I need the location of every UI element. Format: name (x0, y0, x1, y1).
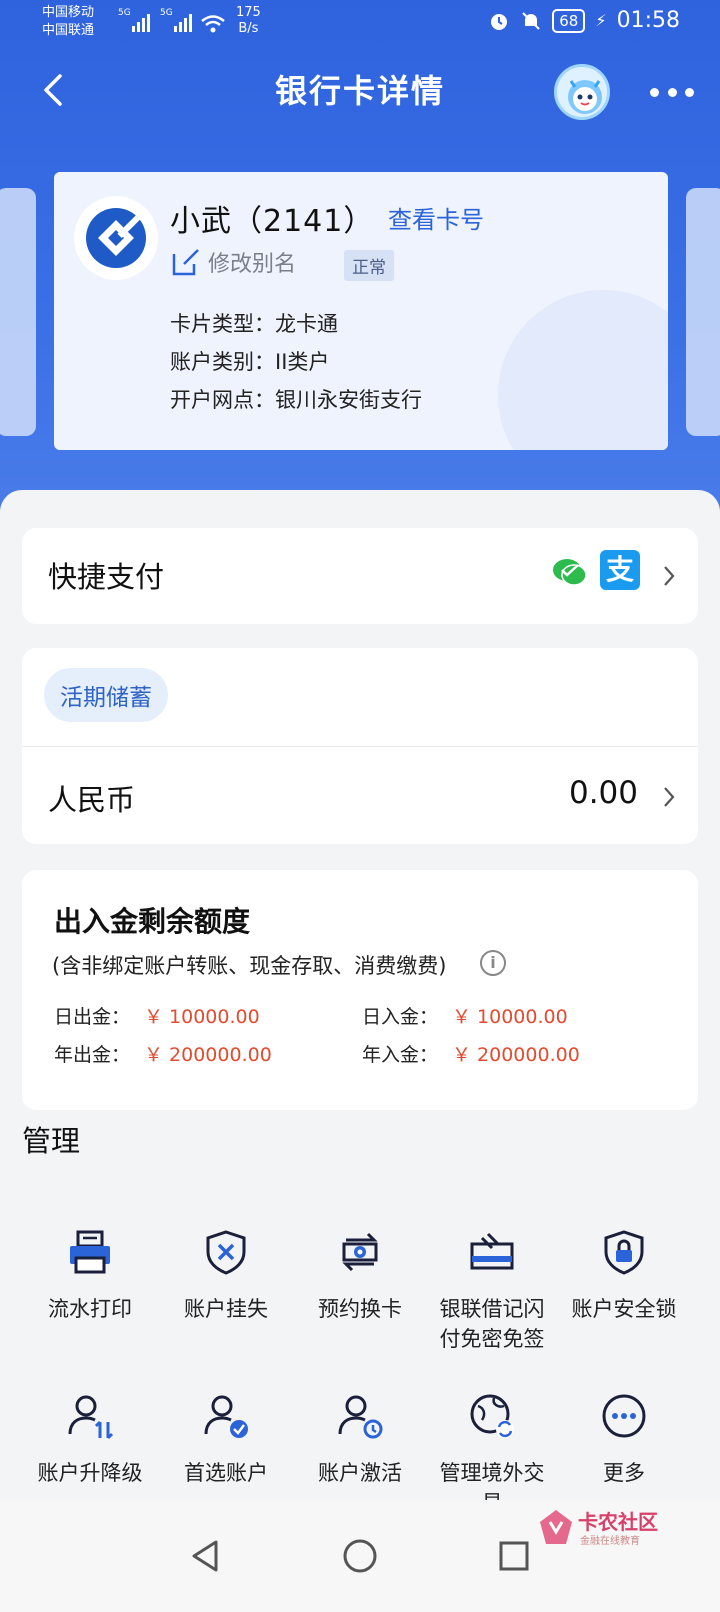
view-card-number-link[interactable]: 查看卡号 (388, 200, 484, 235)
network-type-1: 5G (118, 8, 131, 18)
grid-item-label: 银联借记闪付免密免签 (439, 1297, 545, 1351)
assistant-avatar[interactable] (554, 64, 610, 120)
branch-label: 开户网点： (170, 388, 275, 412)
grid-item-label: 账户激活 (318, 1461, 402, 1485)
grid-item-label: 更多 (603, 1461, 645, 1485)
card-nfc-icon (470, 1232, 514, 1270)
user-check-icon (204, 1395, 248, 1438)
speed-unit: B/s (238, 21, 259, 36)
mute-bell-icon (522, 11, 540, 30)
branch-value: 银川永安街支行 (275, 388, 422, 412)
limits-panel: 出入金剩余额度 (含非绑定账户转账、现金存取、消费缴费) i 日出金： ￥ 10… (22, 870, 698, 1110)
more-options-button[interactable] (650, 80, 694, 104)
grid-item-label: 首选账户 (184, 1461, 268, 1485)
grid-item-label: 预约换卡 (318, 1297, 402, 1321)
nav-back-icon[interactable] (188, 1538, 222, 1574)
grid-item-label: 流水打印 (48, 1297, 132, 1321)
prev-card-preview[interactable] (0, 188, 36, 436)
quick-pay-row[interactable]: 快捷支付 支 (22, 528, 698, 624)
edit-icon[interactable] (170, 246, 202, 278)
print-statement-button[interactable]: 流水打印 (20, 1228, 160, 1324)
account-category-row: 账户类别：II类户 (170, 346, 329, 376)
globe-exchange-icon (470, 1394, 514, 1438)
account-activation-button[interactable]: 账户激活 (290, 1392, 430, 1488)
grid-item-label: 账户挂失 (184, 1297, 268, 1321)
daily-out-label: 日出金： (54, 1006, 131, 1028)
preferred-account-button[interactable]: 首选账户 (156, 1392, 296, 1488)
user-activate-icon (338, 1395, 383, 1439)
account-category-label: 账户类别： (170, 350, 275, 374)
wechat-pay-icon (553, 559, 587, 586)
unionpay-quickpass-button[interactable]: 银联借记闪付免密免签 (422, 1228, 562, 1354)
yearly-in-value: ￥ 200000.00 (452, 1044, 580, 1066)
more-circle-icon (602, 1394, 646, 1438)
carrier-2: 中国联通 (42, 23, 95, 38)
card-watermark (498, 290, 668, 450)
account-category-value: II类户 (275, 350, 330, 374)
balance-amount: 0.00 (568, 775, 638, 811)
card-type-row: 卡片类型：龙卡通 (170, 308, 338, 338)
network-speed: 175 B/s (236, 5, 261, 37)
info-icon[interactable]: i (480, 950, 506, 976)
battery-level: 68 (552, 8, 586, 33)
limits-subtitle: (含非绑定账户转账、现金存取、消费缴费) (52, 954, 447, 978)
grid-item-label: 账户安全锁 (571, 1297, 677, 1321)
savings-tag: 活期储蓄 (44, 668, 168, 722)
watermark-title: 卡农社区 (578, 1510, 658, 1534)
yearly-in-label: 年入金： (362, 1044, 439, 1066)
nav-recents-icon[interactable] (498, 1540, 530, 1572)
currency-label: 人民币 (48, 783, 136, 817)
wifi-icon (201, 15, 225, 33)
carrier-labels: 中国移动 中国联通 (42, 4, 94, 40)
upgrade-downgrade-button[interactable]: 账户升降级 (20, 1392, 160, 1488)
signal-1-icon (132, 14, 150, 32)
edit-alias-button[interactable]: 修改别名 (208, 246, 296, 278)
card-alias: 小武（2141） (170, 204, 375, 239)
user-updown-icon (68, 1395, 114, 1440)
forum-watermark: 卡农社区 金融在线教育 (538, 1506, 668, 1550)
daily-in-value: ￥ 10000.00 (452, 1006, 568, 1028)
charging-icon: ⚡ (595, 11, 607, 30)
status-bar: 中国移动 中国联通 5G 5G 175 B/s 68 ⚡ 01:58 (0, 0, 720, 50)
page-title: 银行卡详情 (274, 72, 445, 110)
card-type-value: 龙卡通 (275, 312, 338, 336)
branch-row: 开户网点：银川永安街支行 (170, 384, 422, 414)
grid-item-label: 账户升降级 (37, 1461, 143, 1485)
quick-pay-label: 快捷支付 (48, 560, 165, 594)
printer-icon (70, 1230, 110, 1274)
alarm-icon (491, 13, 508, 30)
speed-value: 175 (236, 5, 261, 20)
network-type-2: 5G (160, 8, 173, 18)
signal-2-icon (174, 14, 192, 32)
shield-lock-icon (604, 1230, 644, 1275)
yearly-out-label: 年出金： (54, 1044, 131, 1066)
chevron-right-icon (664, 787, 675, 807)
watermark-logo-icon (540, 1510, 572, 1544)
carrier-1: 中国移动 (42, 5, 95, 20)
daily-out-value: ￥ 10000.00 (144, 1006, 260, 1028)
bank-logo-icon (74, 196, 158, 280)
nav-home-icon[interactable] (342, 1538, 378, 1574)
shield-x-icon (206, 1230, 246, 1275)
limits-title: 出入金剩余额度 (54, 905, 251, 938)
savings-panel: 活期储蓄 人民币 0.00 (22, 648, 698, 844)
clock: 01:58 (616, 8, 680, 33)
rmb-balance-row[interactable]: 人民币 0.00 (22, 747, 698, 844)
manage-title: 管理 (22, 1124, 81, 1158)
card-type-label: 卡片类型： (170, 312, 275, 336)
more-button[interactable]: 更多 (554, 1392, 694, 1488)
status-badge: 正常 (344, 250, 394, 281)
daily-in-label: 日入金： (362, 1006, 439, 1028)
yearly-out-value: ￥ 200000.00 (144, 1044, 272, 1066)
replace-card-button[interactable]: 预约换卡 (290, 1228, 430, 1324)
bank-card: 小武（2141） 查看卡号 修改别名 正常 卡片类型：龙卡通 账户类别：II类户… (54, 172, 668, 450)
card-swap-icon (342, 1232, 378, 1272)
security-lock-button[interactable]: 账户安全锁 (554, 1228, 694, 1324)
watermark-subtitle: 金融在线教育 (580, 1536, 640, 1547)
alipay-icon: 支 (600, 550, 640, 590)
chevron-right-icon (664, 566, 675, 586)
next-card-preview[interactable] (686, 188, 720, 436)
report-loss-button[interactable]: 账户挂失 (156, 1228, 296, 1324)
